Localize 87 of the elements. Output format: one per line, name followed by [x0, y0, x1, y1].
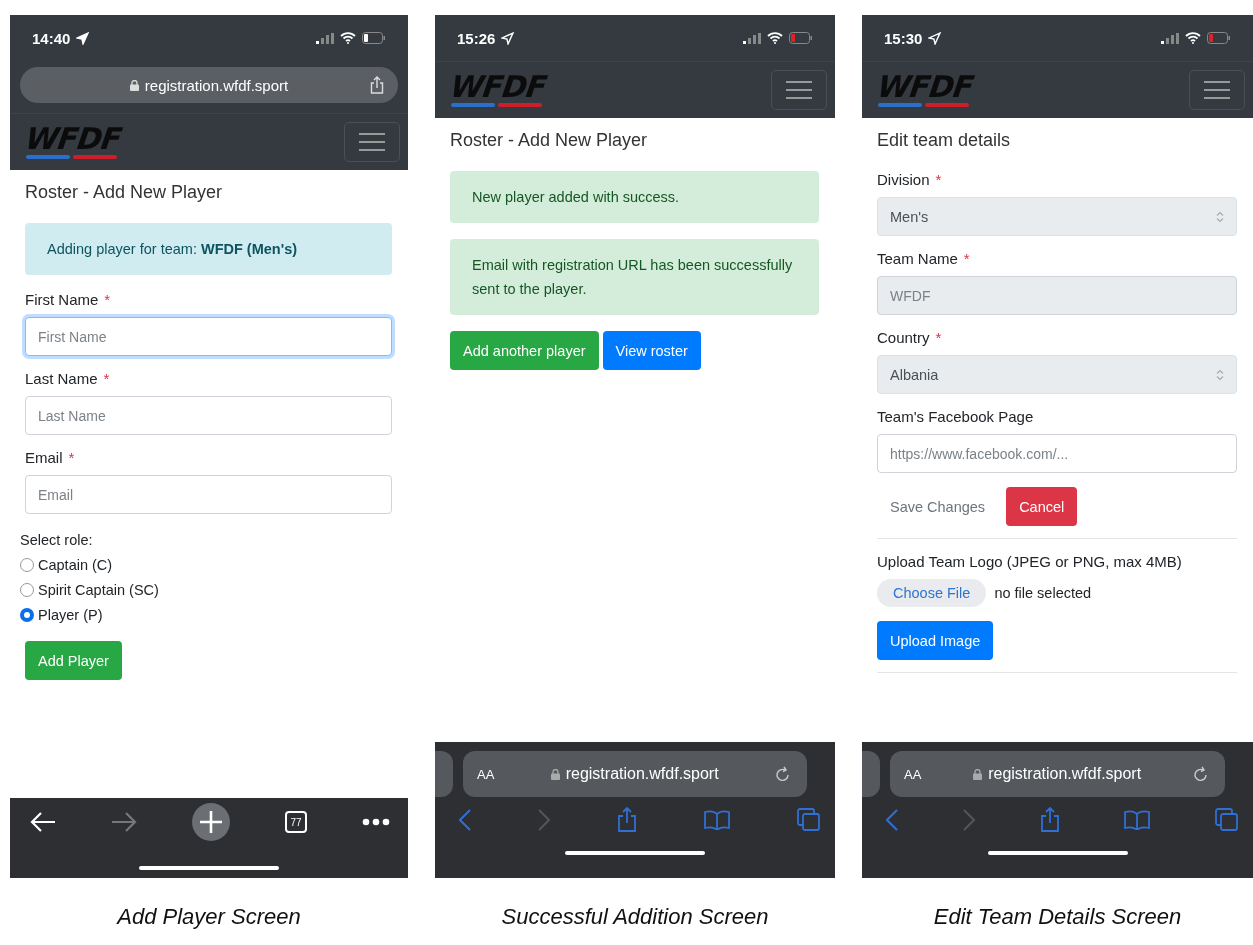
- file-status: no file selected: [994, 585, 1092, 601]
- select-field[interactable]: Men's: [877, 197, 1237, 236]
- book-icon[interactable]: [1124, 810, 1151, 830]
- action-button[interactable]: Upload Image: [877, 621, 994, 660]
- lock-icon: [129, 79, 139, 91]
- signal-icon: [743, 32, 761, 44]
- text-field[interactable]: First Name: [25, 317, 392, 356]
- menu-button[interactable]: [344, 122, 400, 162]
- page-heading: Roster - Add New Player: [25, 182, 224, 203]
- page-heading: Roster - Add New Player: [450, 130, 649, 151]
- required-mark: *: [935, 329, 942, 346]
- choose-file-button[interactable]: Choose File: [877, 579, 987, 607]
- field-label: Last Name: [25, 370, 98, 387]
- required-mark: *: [935, 171, 942, 188]
- location-arrow-icon: [76, 31, 90, 45]
- tab-preview[interactable]: [435, 751, 453, 797]
- lock-icon: [550, 768, 560, 780]
- share-icon[interactable]: [1039, 807, 1060, 833]
- tabs-icon[interactable]: [797, 808, 821, 832]
- book-icon[interactable]: [704, 810, 730, 830]
- address-bar[interactable]: AA registration.wfdf.sport: [890, 751, 1225, 797]
- alert-message: New player added with success.: [450, 171, 819, 223]
- field-label: Division: [877, 171, 930, 188]
- tabs-icon[interactable]: [1215, 808, 1239, 832]
- screen-caption: Edit Team Details Screen: [933, 904, 1182, 930]
- link-button[interactable]: Save Changes: [877, 487, 999, 526]
- share-icon[interactable]: [617, 807, 637, 833]
- tabs-button[interactable]: 77: [285, 811, 307, 833]
- status-time: 15:26: [457, 29, 496, 47]
- alert-message: Adding player for team: WFDF (Men's): [25, 223, 392, 275]
- back-chevron-icon[interactable]: [459, 809, 471, 831]
- field-label: Country: [877, 329, 930, 346]
- radio-label[interactable]: Player (P): [38, 606, 103, 623]
- address-bar[interactable]: registration.wfdf.sport: [20, 67, 398, 103]
- required-mark: *: [103, 370, 110, 387]
- required-mark: *: [963, 250, 970, 267]
- updown-chevron-icon: [1216, 210, 1224, 223]
- menu-icon: [359, 132, 385, 152]
- required-mark: *: [68, 449, 75, 466]
- field-label: Upload Team Logo (JPEG or PNG, max 4MB): [877, 553, 1182, 570]
- menu-icon: [1204, 80, 1230, 100]
- tab-preview[interactable]: [862, 751, 880, 797]
- address-bar[interactable]: AA registration.wfdf.sport: [463, 751, 807, 797]
- lock-icon: [973, 768, 983, 780]
- url-text: registration.wfdf.sport: [144, 76, 289, 94]
- required-mark: *: [104, 291, 111, 308]
- url-text: registration.wfdf.sport: [988, 765, 1142, 783]
- text-field[interactable]: Last Name: [25, 396, 392, 435]
- menu-icon: [786, 80, 812, 100]
- radio-button[interactable]: [20, 607, 34, 622]
- reload-icon[interactable]: [1193, 765, 1209, 783]
- menu-button[interactable]: [1189, 70, 1245, 110]
- reload-icon[interactable]: [775, 765, 791, 783]
- select-field[interactable]: Albania: [877, 355, 1237, 394]
- plus-icon[interactable]: [192, 803, 230, 841]
- field-label: Select role:: [20, 532, 94, 548]
- location-arrow-icon: [501, 31, 515, 45]
- radio-label[interactable]: Captain (C): [38, 556, 113, 573]
- updown-chevron-icon: [1216, 368, 1224, 381]
- signal-icon: [1161, 32, 1179, 44]
- url-text: registration.wfdf.sport: [565, 765, 719, 783]
- alert-message: Email with registration URL has been successfully sent to the player.: [450, 239, 819, 315]
- text-field[interactable]: https://www.facebook.com/...: [877, 434, 1237, 473]
- text-size-button[interactable]: AA: [904, 766, 922, 782]
- page-heading: Edit team details: [877, 130, 1012, 151]
- location-arrow-icon: [928, 31, 942, 45]
- more-icon[interactable]: [362, 818, 390, 826]
- field-label: First Name: [25, 291, 99, 308]
- field-label: Team's Facebook Page: [877, 408, 1034, 425]
- back-chevron-icon[interactable]: [886, 809, 898, 831]
- text-size-button[interactable]: AA: [477, 766, 495, 782]
- wifi-icon: [1185, 32, 1201, 44]
- status-time: 14:40: [32, 29, 71, 47]
- screen-caption: Add Player Screen: [117, 904, 301, 930]
- signal-icon: [316, 32, 334, 44]
- status-time: 15:30: [884, 29, 923, 47]
- menu-button[interactable]: [771, 70, 827, 110]
- wifi-icon: [767, 32, 783, 44]
- back-arrow-icon[interactable]: [30, 811, 56, 833]
- text-field[interactable]: Email: [25, 475, 392, 514]
- wifi-icon: [340, 32, 356, 44]
- action-button[interactable]: View roster: [602, 331, 701, 370]
- field-label: Team Name: [877, 250, 958, 267]
- field-label: Email: [25, 449, 63, 466]
- radio-label[interactable]: Spirit Captain (SC): [38, 581, 159, 598]
- action-button[interactable]: Cancel: [1006, 487, 1078, 526]
- screen-caption: Successful Addition Screen: [501, 904, 769, 930]
